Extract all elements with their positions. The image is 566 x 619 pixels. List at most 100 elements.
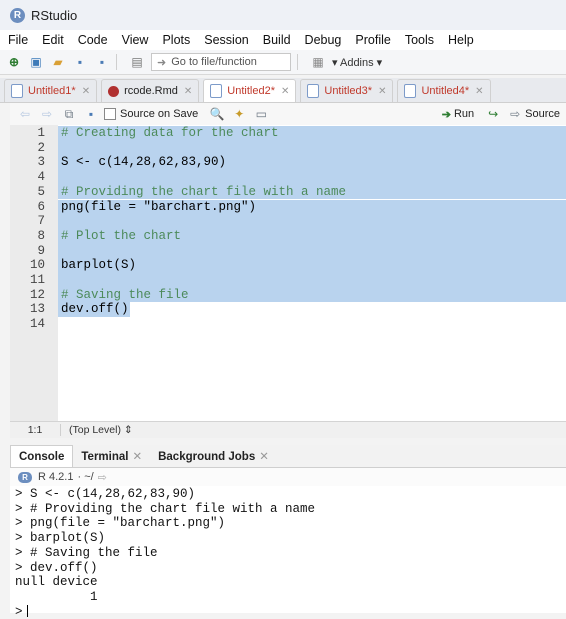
print-icon[interactable]: ▤ xyxy=(129,54,145,70)
menu-debug[interactable]: Debug xyxy=(298,33,349,47)
line-number: 9 xyxy=(37,243,45,258)
line-number: 14 xyxy=(29,317,45,332)
source-arrow-icon[interactable]: ⇨ xyxy=(508,107,522,121)
goto-file-input[interactable]: ➜ Go to file/function xyxy=(151,53,291,71)
new-file-icon[interactable]: ⊕ xyxy=(6,54,22,70)
code-text: barplot(S) xyxy=(61,258,137,273)
console-line: 1 xyxy=(15,589,98,604)
close-icon[interactable]: ✕ xyxy=(82,86,90,97)
tab-rcode-rmd[interactable]: rcode.Rmd ✕ xyxy=(101,79,200,102)
open-folder-icon[interactable]: ▰ xyxy=(50,54,66,70)
r-version-icon: R xyxy=(18,471,32,483)
close-icon[interactable]: ✕ xyxy=(132,451,142,463)
menu-file[interactable]: File xyxy=(0,33,35,47)
addins-menu[interactable]: ▾ Addins ▾ xyxy=(332,56,382,69)
console-tab-bar: Console Terminal ✕ Background Jobs ✕ xyxy=(10,445,566,468)
console-line: > # Saving the file xyxy=(15,545,158,560)
menu-profile[interactable]: Profile xyxy=(348,33,397,47)
code-line: 5 # Providing the chart file with a name xyxy=(10,184,566,200)
menu-tools[interactable]: Tools xyxy=(398,33,441,47)
tab-label: Untitled3* xyxy=(324,85,373,97)
editor-status-bar: 1:1 (Top Level) ⇕ xyxy=(10,421,566,438)
r-script-icon xyxy=(210,84,223,98)
working-directory: · ~/ xyxy=(77,471,94,483)
code-line: 13 dev.off() xyxy=(10,302,566,318)
go-to-directory-icon[interactable]: ⇨ xyxy=(98,471,107,484)
save-icon[interactable]: ▪ xyxy=(84,107,98,121)
selection-highlight xyxy=(58,170,566,185)
console-line: > png(file = "barchart.png") xyxy=(15,516,226,531)
run-label: Run xyxy=(453,108,475,120)
close-icon[interactable]: ✕ xyxy=(259,451,269,463)
app-title: RStudio xyxy=(31,7,78,23)
menu-session[interactable]: Session xyxy=(197,33,255,47)
forward-arrow-icon[interactable]: ⇨ xyxy=(40,107,54,121)
tab-console[interactable]: Console xyxy=(10,445,74,467)
close-icon[interactable]: ✕ xyxy=(281,86,289,97)
tab-label: Terminal xyxy=(81,451,129,463)
code-line: 7 xyxy=(10,214,566,229)
code-text: # Plot the chart xyxy=(61,228,182,243)
source-label[interactable]: Source xyxy=(525,108,560,120)
code-editor[interactable]: 1 # Creating data for the chart 2 3 S <- c(1… xyxy=(10,125,566,421)
close-icon[interactable]: ✕ xyxy=(475,86,483,97)
menu-plots[interactable]: Plots xyxy=(155,33,197,47)
tab-label: Background Jobs xyxy=(158,451,256,463)
tab-background-jobs[interactable]: Background Jobs ✕ xyxy=(150,449,277,463)
search-icon[interactable]: 🔍 xyxy=(210,107,225,121)
cursor-position: 1:1 xyxy=(10,424,61,436)
code-line: 2 xyxy=(10,140,566,156)
code-text: # Providing the chart file with a name xyxy=(61,184,347,199)
tab-untitled2[interactable]: Untitled2* ✕ xyxy=(203,79,297,102)
editor-tab-bar: Untitled1* ✕ rcode.Rmd ✕ Untitled2* ✕ Un… xyxy=(0,78,566,103)
code-line: 14 xyxy=(10,317,566,332)
tab-untitled4[interactable]: Untitled4* ✕ xyxy=(397,79,491,102)
menu-view[interactable]: View xyxy=(115,33,156,47)
tab-untitled1[interactable]: Untitled1* ✕ xyxy=(4,79,98,102)
line-number: 7 xyxy=(37,214,45,229)
compile-report-icon[interactable]: ▭ xyxy=(254,107,268,121)
rerun-icon[interactable]: ↪ xyxy=(486,107,500,121)
show-in-window-icon[interactable]: ⧉ xyxy=(62,107,76,121)
code-line: 3 S <- c(14,28,62,83,90) xyxy=(10,155,566,171)
editor-toolbar: ⇦ ⇨ ⧉ ▪ Source on Save 🔍 ✦ ▭ ➔ Run ↪ ⇨ S… xyxy=(10,103,566,126)
addins-label: Addins xyxy=(339,56,374,69)
line-number: 6 xyxy=(37,199,45,214)
console-header: R R 4.2.1 · ~/ ⇨ xyxy=(10,468,566,486)
code-text: # Saving the file xyxy=(61,287,189,302)
rstudio-logo-icon: R xyxy=(10,7,25,23)
menu-edit[interactable]: Edit xyxy=(35,33,71,47)
code-text: # Creating data for the chart xyxy=(61,126,279,140)
new-project-icon[interactable]: ▣ xyxy=(28,54,44,70)
source-on-save-checkbox[interactable] xyxy=(104,108,116,120)
close-icon[interactable]: ✕ xyxy=(184,86,192,97)
r-script-icon xyxy=(404,84,417,98)
menu-build[interactable]: Build xyxy=(256,33,298,47)
tab-terminal[interactable]: Terminal ✕ xyxy=(73,449,150,463)
code-line: 8 # Plot the chart xyxy=(10,228,566,244)
grid-layout-icon[interactable]: ▦ xyxy=(310,54,326,70)
line-number: 4 xyxy=(37,170,45,185)
run-button[interactable]: ➔ Run ↪ ⇨ Source xyxy=(442,107,560,121)
save-all-icon[interactable]: ▪ xyxy=(94,54,110,70)
scope-selector[interactable]: (Top Level) ⇕ xyxy=(69,424,133,436)
save-icon[interactable]: ▪ xyxy=(72,54,88,70)
close-icon[interactable]: ✕ xyxy=(378,86,386,97)
console-line: > xyxy=(15,605,28,619)
r-script-icon xyxy=(11,84,23,98)
console-output[interactable]: > S <- c(14,28,62,83,90) > # Providing th… xyxy=(10,486,566,619)
source-on-save-label: Source on Save xyxy=(120,108,199,120)
menu-help[interactable]: Help xyxy=(441,33,481,47)
code-line: 1 # Creating data for the chart xyxy=(10,126,566,141)
goto-arrow-icon: ➜ xyxy=(157,56,167,69)
console-line: > dev.off() xyxy=(15,560,98,575)
main-toolbar: ⊕ ▣ ▰ ▪ ▪ ▤ ➜ Go to file/function ▦ ▾ Ad… xyxy=(0,50,566,75)
magic-wand-icon[interactable]: ✦ xyxy=(232,107,246,121)
run-arrow-icon: ➔ xyxy=(441,108,451,121)
line-number: 8 xyxy=(37,228,45,243)
back-arrow-icon[interactable]: ⇦ xyxy=(18,107,32,121)
r-script-icon xyxy=(307,84,320,98)
tab-untitled3[interactable]: Untitled3* ✕ xyxy=(300,79,394,102)
code-line: 4 xyxy=(10,170,566,185)
menu-code[interactable]: Code xyxy=(71,33,115,47)
